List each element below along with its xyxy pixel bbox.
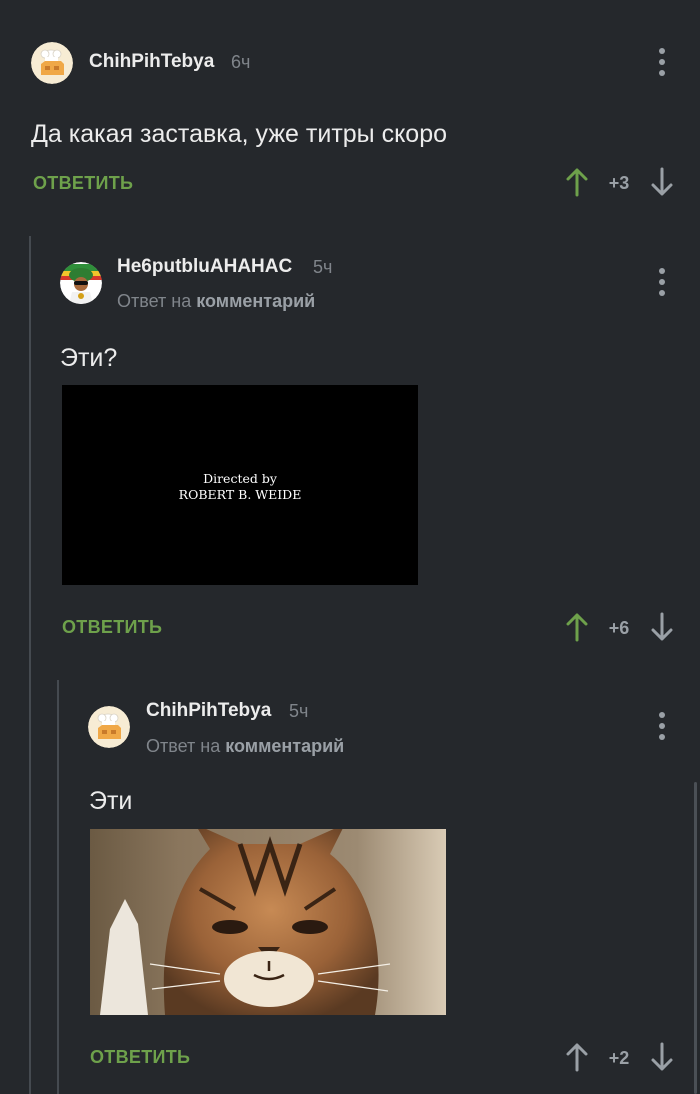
comment-time: 6ч: [231, 52, 251, 72]
comment-image-credits[interactable]: Directed by ROBERT B. WEIDE: [62, 385, 418, 585]
more-options-icon[interactable]: [650, 266, 674, 298]
scrollbar[interactable]: [694, 782, 697, 1094]
comment-text: Да какая заставка, уже титры скоро: [31, 120, 448, 148]
credits-line-2: ROBERT B. WEIDE: [178, 487, 302, 502]
reply-to-comment-link[interactable]: комментарий: [225, 736, 344, 756]
more-options-icon[interactable]: [650, 46, 674, 78]
comment-time: 5ч: [289, 701, 309, 721]
upvote-arrow-icon[interactable]: [565, 1042, 589, 1072]
comment-author[interactable]: ChihPihTebya: [89, 51, 214, 73]
comment-image-cat[interactable]: [90, 829, 446, 1015]
thread-line-level-2: [57, 680, 59, 1094]
comment-text: Эти?: [60, 344, 118, 372]
comment-author[interactable]: ChihPihTebya: [146, 700, 271, 722]
more-options-icon[interactable]: [650, 710, 674, 742]
comment-author[interactable]: He6putbluAHAHAC: [117, 256, 292, 278]
comment-text: Эти: [89, 787, 133, 815]
upvote-arrow-icon[interactable]: [565, 167, 589, 197]
comment-rating: +6: [608, 618, 630, 638]
reply-to-prefix: Ответ на: [146, 736, 221, 756]
upvote-arrow-icon[interactable]: [565, 612, 589, 642]
reply-to-comment-link[interactable]: комментарий: [196, 291, 315, 311]
comment-rating: +3: [608, 173, 630, 193]
reply-to-label: Ответ на комментарий: [146, 736, 344, 757]
reply-to-label: Ответ на комментарий: [117, 291, 315, 312]
avatar-chef-cat[interactable]: [88, 706, 130, 748]
reply-button[interactable]: ОТВЕТИТЬ: [62, 617, 162, 638]
reply-button[interactable]: ОТВЕТИТЬ: [90, 1047, 190, 1068]
thread-line-level-1: [29, 236, 31, 1094]
downvote-arrow-icon[interactable]: [650, 612, 674, 642]
avatar-chef-cat[interactable]: [31, 42, 73, 84]
avatar-rasta-character[interactable]: [60, 262, 102, 304]
credits-line-1: Directed by: [203, 471, 277, 486]
reply-to-prefix: Ответ на: [117, 291, 192, 311]
comment-rating: +2: [608, 1048, 630, 1068]
comment-time: 5ч: [313, 257, 333, 277]
downvote-arrow-icon[interactable]: [650, 1042, 674, 1072]
reply-button[interactable]: ОТВЕТИТЬ: [33, 173, 133, 194]
downvote-arrow-icon[interactable]: [650, 167, 674, 197]
